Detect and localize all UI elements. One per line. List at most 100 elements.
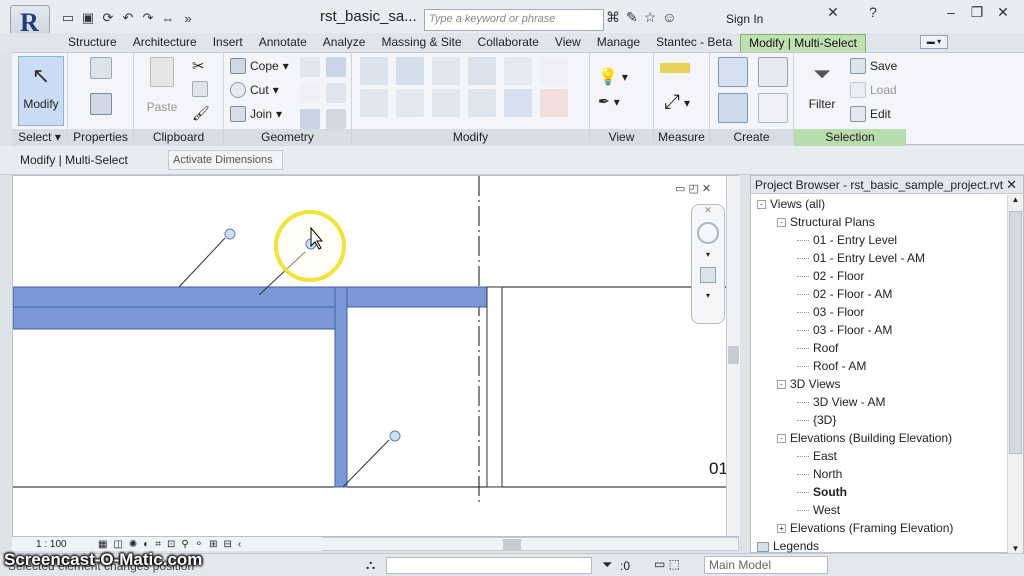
tree-node[interactable]: Roof - AM xyxy=(751,357,997,375)
view-vscroll-thumb[interactable] xyxy=(728,346,739,364)
filter-status-icon[interactable]: ⏷ xyxy=(602,557,612,573)
create-similar-icon[interactable] xyxy=(758,93,788,123)
collapse-icon[interactable]: - xyxy=(777,434,786,444)
search-input[interactable]: Type a keyword or phrase xyxy=(424,9,604,31)
shadows-icon[interactable]: ◐ xyxy=(143,539,149,550)
expand-icon[interactable]: + xyxy=(777,524,786,534)
tree-node[interactable]: - Structural Plans xyxy=(751,213,997,231)
sun-path-icon[interactable]: ✺ xyxy=(129,539,137,550)
more-icon[interactable]: » xyxy=(180,11,196,26)
ribbon-tab[interactable]: Collaborate xyxy=(470,34,547,52)
detail-level-icon[interactable]: ▦ xyxy=(98,539,107,550)
save-icon[interactable]: ▣ xyxy=(80,10,96,26)
tools-icon[interactable]: ✎ xyxy=(626,9,638,26)
nav-dropdown-icon[interactable]: ▾ xyxy=(692,250,724,259)
array-icon[interactable] xyxy=(504,89,532,117)
ribbon-tab[interactable]: View xyxy=(547,34,589,52)
match-properties-button[interactable]: 🖌 xyxy=(192,105,210,122)
elevation-canvas[interactable]: 01 xyxy=(13,176,739,537)
collapse-icon[interactable]: - xyxy=(777,380,786,390)
cut-button[interactable]: Cut ▾ xyxy=(230,82,279,98)
create-group-icon[interactable] xyxy=(758,57,788,87)
override-graphics-button[interactable]: ✒ ▾ xyxy=(598,93,620,110)
tree-node[interactable]: {3D} xyxy=(751,411,997,429)
ribbon-tab[interactable]: Massing & Site xyxy=(373,34,469,52)
drag-handle-3[interactable] xyxy=(389,430,401,442)
create-parts-icon[interactable] xyxy=(718,93,748,123)
ribbon-tab[interactable]: Architecture xyxy=(125,34,205,52)
analytical-model-icon[interactable]: ⊞ xyxy=(209,539,217,550)
exchange-icon[interactable]: ✕ xyxy=(820,4,846,24)
user-icon[interactable]: ☺ xyxy=(662,9,676,26)
pb-scroll-thumb[interactable] xyxy=(1009,211,1022,454)
view-vertical-scrollbar[interactable] xyxy=(726,176,740,536)
tree-node[interactable]: North xyxy=(751,465,997,483)
edit-selection-button[interactable]: Edit xyxy=(850,106,891,122)
cut-scissors-button[interactable]: ✂ xyxy=(192,57,205,75)
ribbon-tab[interactable]: Insert xyxy=(205,34,251,52)
rotate-icon[interactable] xyxy=(432,89,460,117)
tree-node[interactable]: -3D Views xyxy=(751,375,997,393)
hammer-icon[interactable] xyxy=(326,109,346,129)
ribbon-tab[interactable]: Stantec - Beta xyxy=(648,34,740,52)
select-panel-title[interactable]: Select ▾ xyxy=(12,129,67,146)
column[interactable] xyxy=(334,286,348,488)
ribbon-tab[interactable]: Annotate xyxy=(251,34,315,52)
tree-node[interactable]: 03 - Floor - AM xyxy=(751,321,997,339)
mirror-axis-icon[interactable] xyxy=(432,57,460,85)
tree-node[interactable]: 02 - Floor xyxy=(751,267,997,285)
properties-button[interactable] xyxy=(78,93,124,118)
load-selection-button[interactable]: Load xyxy=(850,82,897,98)
type-properties-button[interactable] xyxy=(78,57,124,82)
redo-icon[interactable]: ↷ xyxy=(140,10,156,26)
main-model-select[interactable]: Main Model xyxy=(704,556,828,574)
tree-node[interactable]: East xyxy=(751,447,997,465)
navigation-bar[interactable]: ✕ ▾ ▾ xyxy=(691,204,725,324)
tree-node[interactable]: 02 - Floor - AM xyxy=(751,285,997,303)
beam-upper[interactable] xyxy=(13,286,488,308)
ribbon-tab[interactable]: Modify | Multi-Select xyxy=(740,34,866,52)
tree-node[interactable]: South xyxy=(751,483,997,501)
temporary-hide-icon[interactable]: ⚲ xyxy=(181,539,188,550)
split-face-icon[interactable] xyxy=(300,57,320,77)
scroll-left-icon[interactable]: ‹ xyxy=(238,539,241,550)
paint-icon[interactable] xyxy=(326,83,346,103)
pb-scroll-down-icon[interactable]: ▼ xyxy=(1008,544,1023,553)
project-browser-close-icon[interactable]: ✕ xyxy=(1006,177,1017,193)
trim-icon[interactable] xyxy=(468,89,496,117)
ribbon-minimize-toggle[interactable]: ▬ ▾ xyxy=(920,35,948,49)
collapse-icon[interactable]: - xyxy=(777,218,786,228)
minimize-icon[interactable]: – xyxy=(938,4,964,24)
ribbon-tab[interactable]: Structure xyxy=(60,34,125,52)
create-assembly-icon[interactable] xyxy=(718,57,748,87)
tree-node[interactable]: - Views (all) xyxy=(751,195,997,213)
sync-icon[interactable]: ⟳ xyxy=(100,10,116,26)
collapse-icon[interactable]: - xyxy=(757,200,766,210)
copy-element-icon[interactable] xyxy=(396,89,424,117)
drawing-view[interactable]: 01 ▭ ◰ ✕ ✕ ▾ ▾ xyxy=(12,175,739,537)
binoculars-icon[interactable]: ⌘ xyxy=(606,9,620,26)
tree-node[interactable]: 01 - Entry Level - AM xyxy=(751,249,997,267)
split-icon[interactable] xyxy=(504,57,532,85)
dimension-button[interactable]: ⤢ ▾ xyxy=(664,91,690,114)
pb-scroll-up-icon[interactable]: ▲ xyxy=(1008,195,1023,204)
tree-node[interactable]: - Elevations (Building Elevation) xyxy=(751,429,997,447)
help-icon[interactable]: ? xyxy=(860,4,886,24)
close-icon[interactable]: ✕ xyxy=(990,4,1016,24)
design-options-icon[interactable]: ▭ ⬚ xyxy=(654,557,680,571)
paste-button[interactable]: Paste xyxy=(140,57,184,114)
tree-node[interactable]: + Elevations (Framing Elevation) xyxy=(751,519,997,537)
zoom-dropdown-icon[interactable]: ▾ xyxy=(692,291,724,300)
restore-icon[interactable]: ❐ xyxy=(964,4,990,24)
align-icon[interactable] xyxy=(360,57,388,85)
tree-node[interactable]: 3D View - AM xyxy=(751,393,997,411)
reveal-hidden-icon[interactable]: ⚬ xyxy=(195,539,203,550)
project-browser-scrollbar[interactable]: ▲ ▼ xyxy=(1007,195,1023,553)
measure-icon[interactable]: ⇔ xyxy=(160,11,176,26)
tree-node[interactable]: 01 - Entry Level xyxy=(751,231,997,249)
tree-node[interactable]: Roof xyxy=(751,339,997,357)
ribbon-tab[interactable]: Analyze xyxy=(315,34,374,52)
mirror-draw-icon[interactable] xyxy=(468,57,496,85)
wall-joins-icon[interactable] xyxy=(326,57,346,77)
hide-button[interactable]: 💡 ▾ xyxy=(598,67,628,87)
